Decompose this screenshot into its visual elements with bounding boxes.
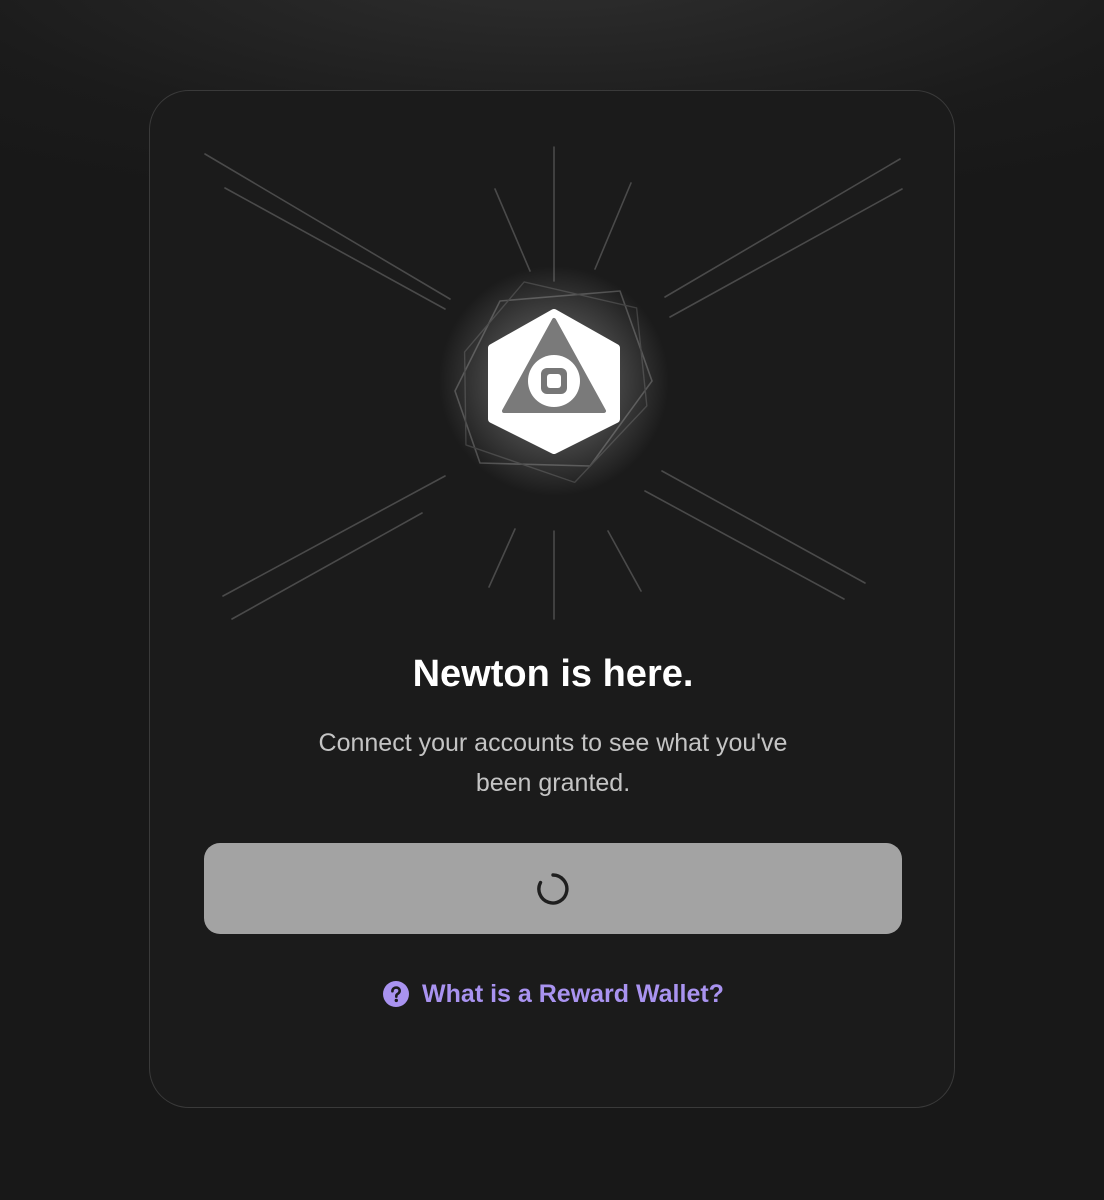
loading-spinner-icon — [537, 872, 569, 905]
reward-wallet-help-link[interactable]: What is a Reward Wallet? — [150, 974, 956, 1014]
connect-accounts-button[interactable] — [204, 843, 902, 934]
page-title: Newton is here. — [412, 653, 694, 695]
page-subtitle: Connect your accounts to see what you've… — [318, 729, 788, 797]
question-circle-icon — [383, 981, 410, 1007]
onboarding-card: Newton is here. Connect your accounts to… — [149, 90, 955, 1108]
help-link-label: What is a Reward Wallet? — [422, 980, 724, 1008]
newton-logo-icon — [439, 266, 669, 496]
